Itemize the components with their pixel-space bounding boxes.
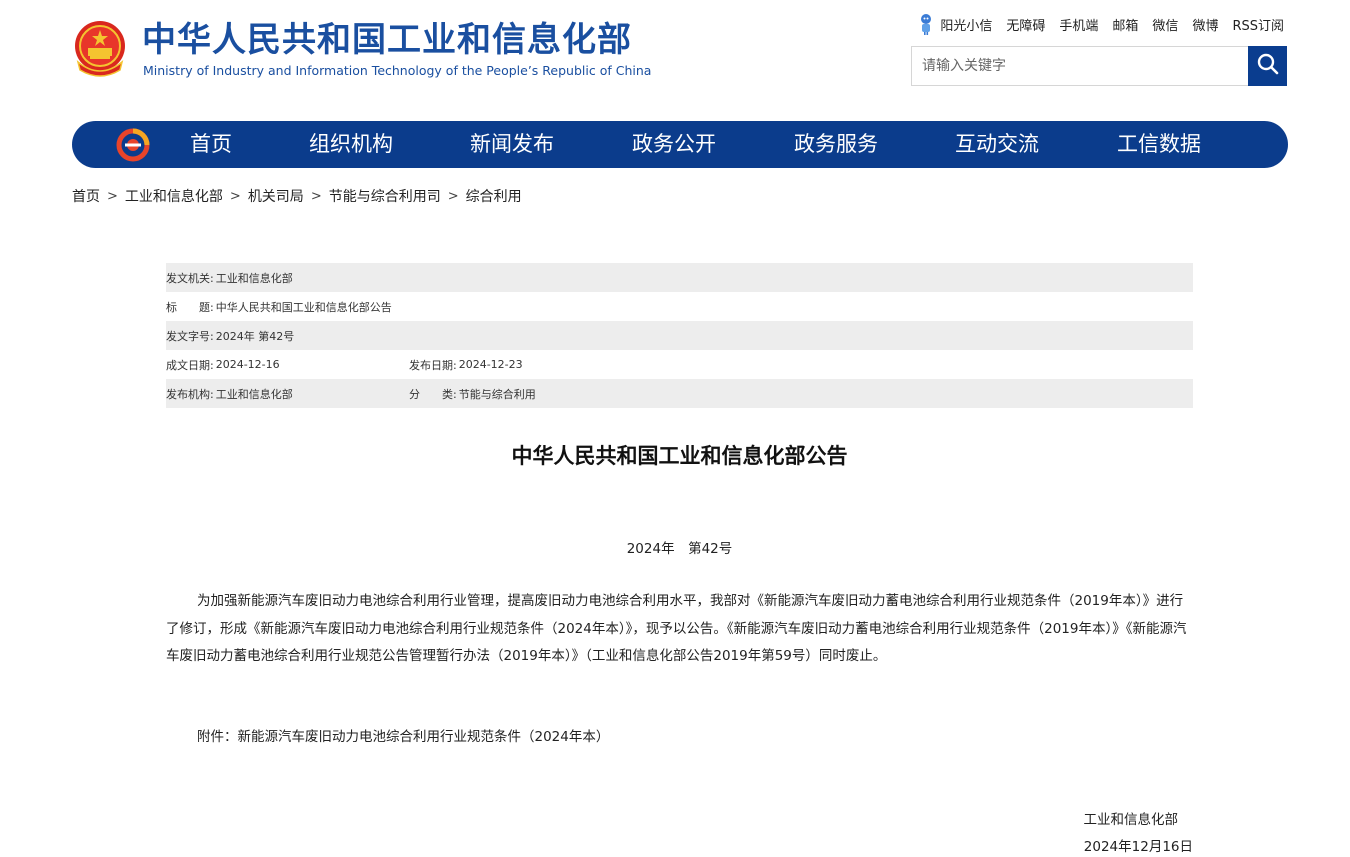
link-weibo[interactable]: 微博 — [1192, 15, 1218, 34]
article-number: 2024年 第42号 — [626, 541, 733, 557]
signature-date: 2024年12月16日 — [1083, 839, 1193, 855]
breadcrumb: 首页 > 工业和信息化部 > 机关司局 > 节能与综合利用司 > 综合利用 — [72, 186, 522, 206]
search-box — [911, 46, 1287, 86]
meta-date-published-value: 2024-12-23 — [458, 358, 523, 371]
search-input[interactable] — [912, 47, 1249, 85]
meta-issuer-label: 发文机关: — [166, 271, 214, 285]
meta-row-publisher: 发布机构: 工业和信息化部 分 类: 节能与综合利用 — [166, 379, 1193, 408]
meta-issuer-value: 工业和信息化部 — [215, 271, 293, 285]
meta-title-label: 标 题: — [166, 300, 214, 314]
meta-cell-written: 成文日期: 2024-12-16 — [166, 357, 409, 373]
meta-date-written-value: 2024-12-16 — [215, 358, 280, 371]
article-body: 为加强新能源汽车废旧动力电池综合利用行业管理，提高废旧动力电池综合利用水平，我部… — [166, 593, 1187, 664]
meta-category-value: 节能与综合利用 — [458, 387, 536, 401]
link-accessibility[interactable]: 无障碍 — [1006, 15, 1045, 34]
meta-title-value: 中华人民共和国工业和信息化部公告 — [215, 300, 392, 314]
meta-category-label: 分 类: — [409, 387, 457, 401]
meta-cell-category: 分 类: 节能与综合利用 — [409, 386, 536, 402]
page: 中华人民共和国工业和信息化部 Ministry of Industry and … — [0, 0, 1350, 857]
nav-government-affairs[interactable]: 政务公开 — [632, 121, 716, 168]
site-title[interactable]: 中华人民共和国工业和信息化部 — [142, 20, 632, 60]
meta-docno-label: 发文字号: — [166, 329, 214, 343]
robot-assistant-icon[interactable] — [918, 13, 934, 35]
link-mail[interactable]: 邮箱 — [1112, 15, 1138, 34]
national-emblem-icon[interactable] — [70, 18, 130, 80]
top-links: 阳光小信 无障碍 手机端 邮箱 微信 微博 RSS订阅 — [918, 12, 1284, 36]
breadcrumb-separator: > — [310, 188, 322, 204]
nav-organization[interactable]: 组织机构 — [309, 121, 393, 168]
link-wechat[interactable]: 微信 — [1152, 15, 1178, 34]
breadcrumb-home[interactable]: 首页 — [72, 186, 100, 206]
nav-home[interactable]: 首页 — [190, 121, 232, 168]
signature-org: 工业和信息化部 — [1083, 812, 1179, 828]
breadcrumb-energy-dept[interactable]: 节能与综合利用司 — [329, 186, 441, 206]
attachment-link[interactable]: 附件：新能源汽车废旧动力电池综合利用行业规范条件（2024年本） — [197, 724, 1193, 751]
search-button[interactable] — [1248, 46, 1287, 86]
main-nav: 首页 组织机构 新闻发布 政务公开 政务服务 互动交流 工信数据 — [72, 121, 1288, 168]
breadcrumb-separator: > — [107, 188, 118, 204]
meta-cell-publisher: 发布机构: 工业和信息化部 — [166, 386, 409, 402]
link-yangguang[interactable]: 阳光小信 — [940, 15, 992, 34]
site-subtitle: Ministry of Industry and Information Tec… — [143, 63, 652, 78]
nav-services[interactable]: 政务服务 — [794, 121, 878, 168]
meta-row-title: 标 题: 中华人民共和国工业和信息化部公告 — [166, 292, 1193, 321]
meta-publisher-value: 工业和信息化部 — [215, 387, 293, 401]
link-mobile[interactable]: 手机端 — [1059, 15, 1098, 34]
meta-row-issuer: 发文机关: 工业和信息化部 — [166, 263, 1193, 292]
meta-cell-published: 发布日期: 2024-12-23 — [409, 357, 523, 373]
link-rss[interactable]: RSS订阅 — [1232, 15, 1284, 34]
search-icon — [1257, 53, 1279, 79]
meta-row-docno: 发文字号: 2024年 第42号 — [166, 321, 1193, 350]
breadcrumb-departments[interactable]: 机关司局 — [248, 186, 304, 206]
meta-docno-value: 2024年 第42号 — [215, 329, 295, 343]
miit-logo-icon[interactable] — [116, 128, 150, 162]
meta-date-published-label: 发布日期: — [409, 358, 457, 372]
nav-interaction[interactable]: 互动交流 — [955, 121, 1039, 168]
meta-date-written-label: 成文日期: — [166, 358, 214, 372]
nav-news[interactable]: 新闻发布 — [470, 121, 554, 168]
meta-publisher-label: 发布机构: — [166, 387, 214, 401]
document-meta-table: 发文机关: 工业和信息化部 标 题: 中华人民共和国工业和信息化部公告 发文字号… — [166, 263, 1193, 408]
nav-data[interactable]: 工信数据 — [1117, 121, 1201, 168]
breadcrumb-separator: > — [229, 188, 241, 204]
breadcrumb-separator: > — [447, 188, 459, 204]
meta-row-dates: 成文日期: 2024-12-16 发布日期: 2024-12-23 — [166, 350, 1193, 379]
breadcrumb-ministry[interactable]: 工业和信息化部 — [125, 186, 223, 206]
article-title: 中华人民共和国工业和信息化部公告 — [511, 444, 848, 468]
breadcrumb-comprehensive-use[interactable]: 综合利用 — [466, 186, 522, 206]
